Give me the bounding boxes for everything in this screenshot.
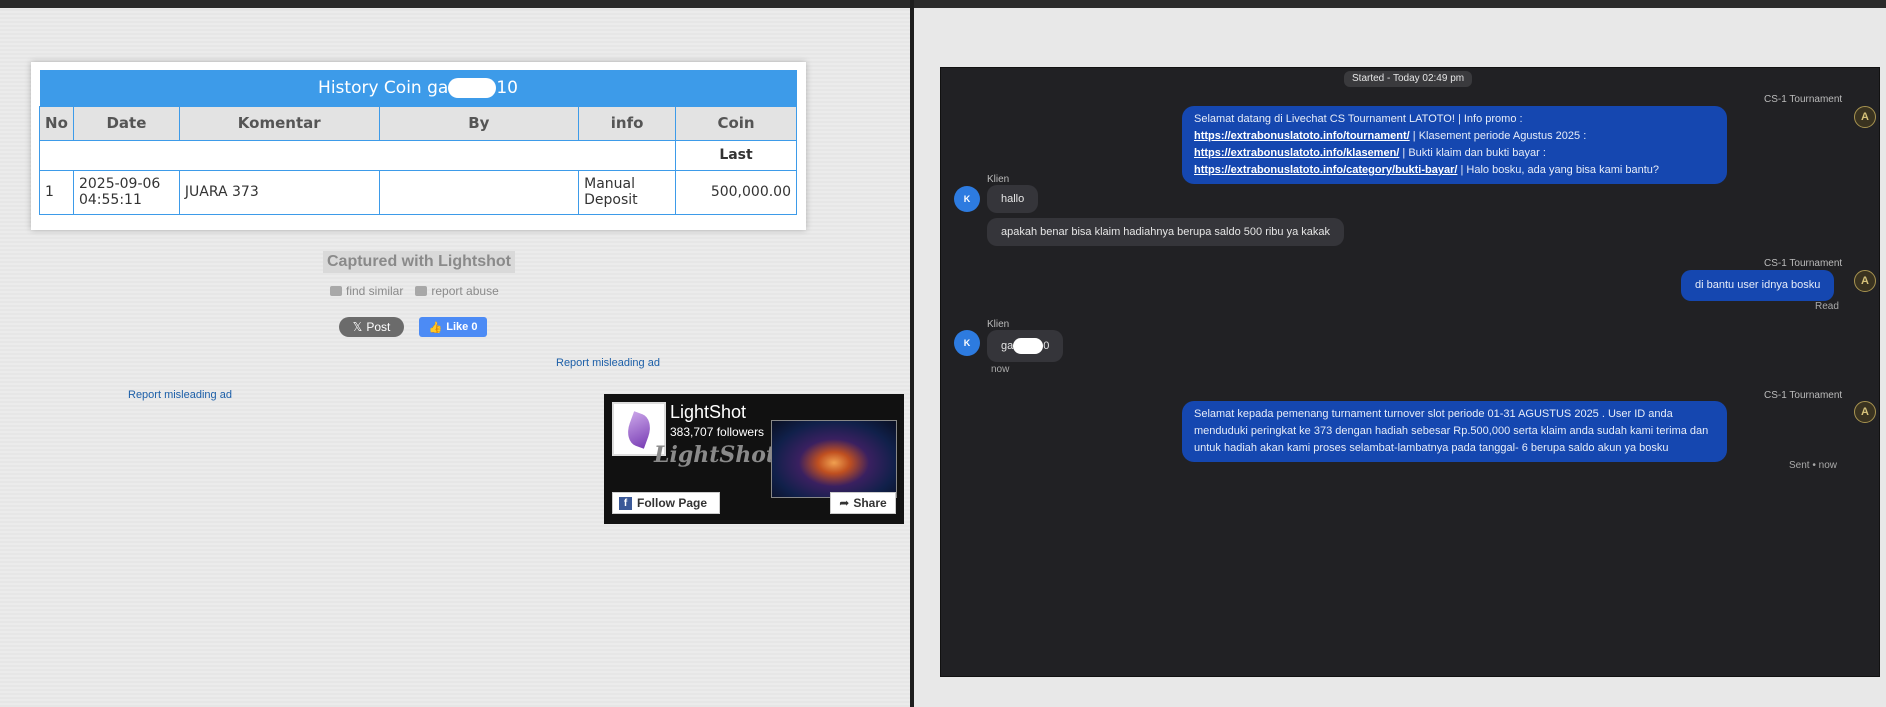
- cell-info: Manual Deposit: [578, 169, 677, 215]
- report-misleading-ad-link[interactable]: Report misleading ad: [556, 357, 660, 369]
- agent-name-label: CS-1 Tournament: [1764, 258, 1843, 269]
- history-title-prefix: History Coin ga: [318, 77, 449, 98]
- livechat-page: Started - Today 02:49 pm CS-1 Tournament…: [914, 8, 1886, 707]
- x-post-button[interactable]: 𝕏 Post: [339, 317, 404, 337]
- lightshot-brand-text: LightShot: [654, 442, 777, 468]
- klasemen-link[interactable]: https://extrabonuslatoto.info/klasemen/: [1194, 147, 1399, 159]
- fb-followers: 383,707 followers: [670, 425, 765, 439]
- history-coin-table: History Coin ga 10 No Date Komentar By in…: [38, 70, 797, 215]
- client-avatar: K: [954, 186, 980, 212]
- cell-by: [378, 169, 580, 215]
- redacted-blob: [448, 77, 497, 98]
- cell-komentar: JUARA 373: [178, 169, 380, 215]
- col-info: info: [578, 105, 677, 141]
- client-name-label: Klien: [987, 319, 1010, 330]
- tournament-link[interactable]: https://extrabonuslatoto.info/tournament…: [1194, 130, 1410, 142]
- thumbs-up-icon: 👍: [428, 321, 443, 334]
- message-time: now: [991, 364, 1010, 375]
- share-button[interactable]: ➦ Share: [830, 492, 896, 514]
- follow-page-button[interactable]: f Follow Page: [612, 492, 720, 514]
- lightshot-page: History Coin ga 10 No Date Komentar By in…: [0, 8, 910, 707]
- client-message: apakah benar bisa klaim hadiahnya berupa…: [987, 218, 1344, 246]
- cell-coin: 500,000.00: [675, 169, 797, 215]
- report-icon: [415, 286, 428, 296]
- agent-message: Selamat kepada pemenang turnament turnov…: [1182, 401, 1727, 462]
- redacted-blob: [1013, 338, 1044, 354]
- last-label: Last: [675, 139, 797, 171]
- col-komentar: Komentar: [178, 105, 380, 141]
- share-icon: ➦: [839, 496, 850, 510]
- col-no: No: [39, 105, 74, 141]
- agent-avatar: A: [1854, 401, 1876, 423]
- client-name-label: Klien: [987, 174, 1010, 185]
- cell-no: 1: [39, 169, 74, 215]
- top-bar-right: [914, 0, 1886, 8]
- chat-started-label: Started - Today 02:49 pm: [1344, 71, 1473, 87]
- find-similar-link[interactable]: find similar: [330, 284, 403, 298]
- client-message: hallo: [987, 185, 1039, 213]
- sent-status: Sent • now: [1789, 460, 1837, 471]
- col-date: Date: [72, 105, 180, 141]
- fb-page-name[interactable]: LightShot: [670, 402, 746, 423]
- cell-date: 2025-09-06 04:55:11: [72, 169, 180, 215]
- chat-transcript: Started - Today 02:49 pm CS-1 Tournament…: [940, 67, 1880, 677]
- image-actions: find similar report abuse: [330, 284, 499, 298]
- agent-avatar: A: [1854, 106, 1876, 128]
- client-avatar: K: [954, 330, 980, 356]
- table-row-last: Last: [38, 139, 797, 171]
- col-coin: Coin: [675, 105, 797, 141]
- history-coin-card: History Coin ga 10 No Date Komentar By in…: [31, 62, 806, 230]
- camera-icon: [330, 286, 342, 296]
- history-title: History Coin ga 10: [39, 70, 797, 106]
- client-message: ga 0: [987, 330, 1064, 362]
- report-abuse-link[interactable]: report abuse: [415, 284, 499, 298]
- history-title-suffix: 10: [496, 77, 518, 98]
- galaxy-cover-image: [771, 420, 897, 498]
- captured-with-lightshot: Captured with Lightshot: [323, 251, 515, 273]
- read-status: Read: [1815, 301, 1839, 312]
- agent-avatar: A: [1854, 270, 1876, 292]
- x-icon: 𝕏: [352, 320, 363, 334]
- table-row: 1 2025-09-06 04:55:11 JUARA 373 Manual Dep…: [39, 169, 797, 215]
- facebook-page-widget: LightShot 383,707 followers LightShot fF…: [604, 394, 904, 524]
- agent-message: di bantu user idnya bosku: [1681, 270, 1835, 301]
- top-bar-left: [0, 0, 910, 8]
- agent-name-label: CS-1 Tournament: [1764, 94, 1843, 105]
- bukti-bayar-link[interactable]: https://extrabonuslatoto.info/category/b…: [1194, 164, 1457, 176]
- facebook-like-button[interactable]: 👍 Like 0: [419, 317, 487, 337]
- agent-name-label: CS-1 Tournament: [1764, 390, 1843, 401]
- col-by: By: [378, 105, 580, 141]
- agent-message: Selamat datang di Livechat CS Tournament…: [1182, 106, 1727, 184]
- report-misleading-ad-link-2[interactable]: Report misleading ad: [128, 389, 232, 401]
- facebook-icon: f: [619, 496, 632, 510]
